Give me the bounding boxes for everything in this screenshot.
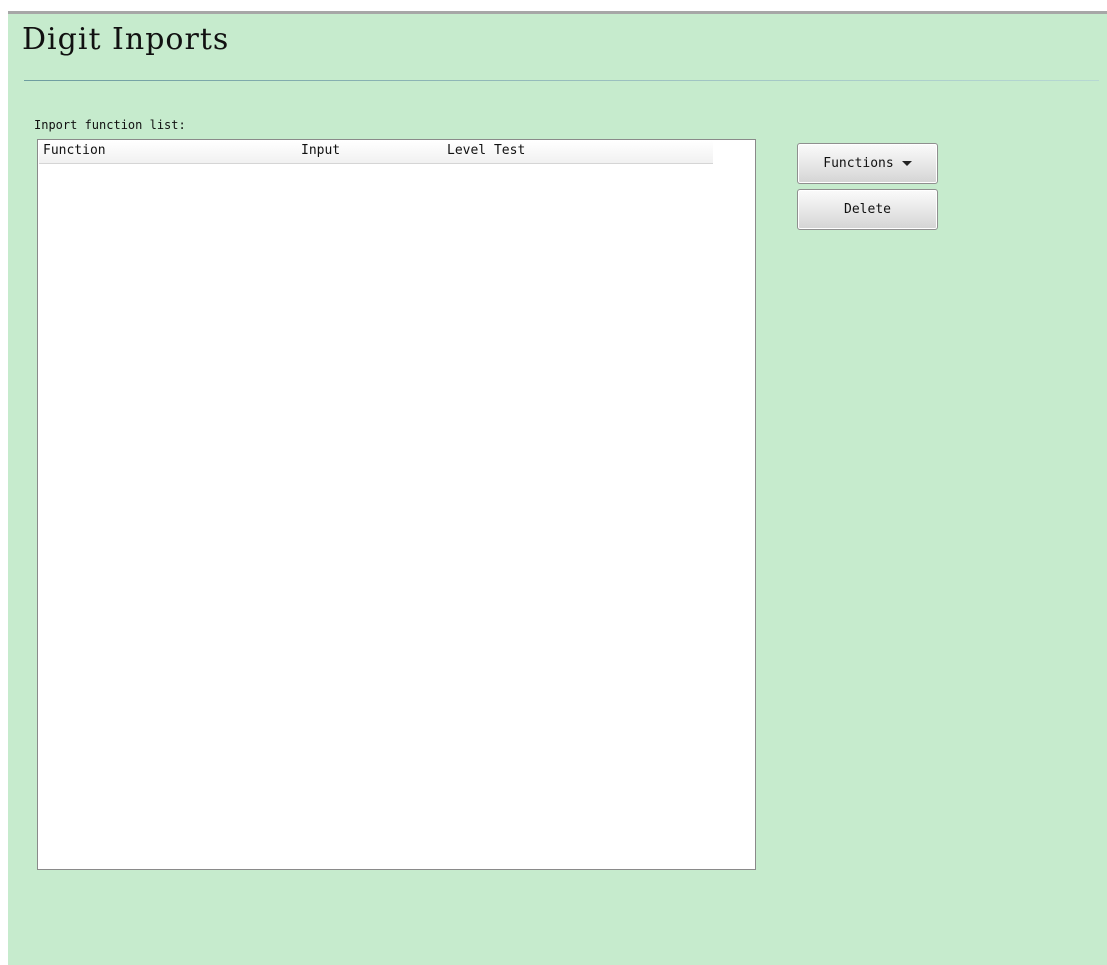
delete-button[interactable]: Delete (797, 189, 938, 230)
functions-dropdown-button[interactable]: Functions (797, 143, 938, 184)
chevron-down-icon (901, 161, 912, 166)
column-header-input[interactable]: Input (297, 141, 443, 163)
column-header-function[interactable]: Function (39, 141, 297, 163)
page-title: Digit Inports (22, 22, 230, 57)
window: Digit Inports Inport function list: Func… (0, 0, 1107, 965)
inport-function-list[interactable]: Function Input Level Test (37, 139, 756, 870)
title-divider (24, 80, 1099, 81)
delete-button-label: Delete (844, 202, 891, 217)
inport-function-list-label: Inport function list: (34, 118, 186, 132)
column-header-level-test[interactable]: Level Test (443, 141, 713, 163)
list-header: Function Input Level Test (39, 141, 713, 164)
functions-button-label: Functions (823, 156, 894, 171)
